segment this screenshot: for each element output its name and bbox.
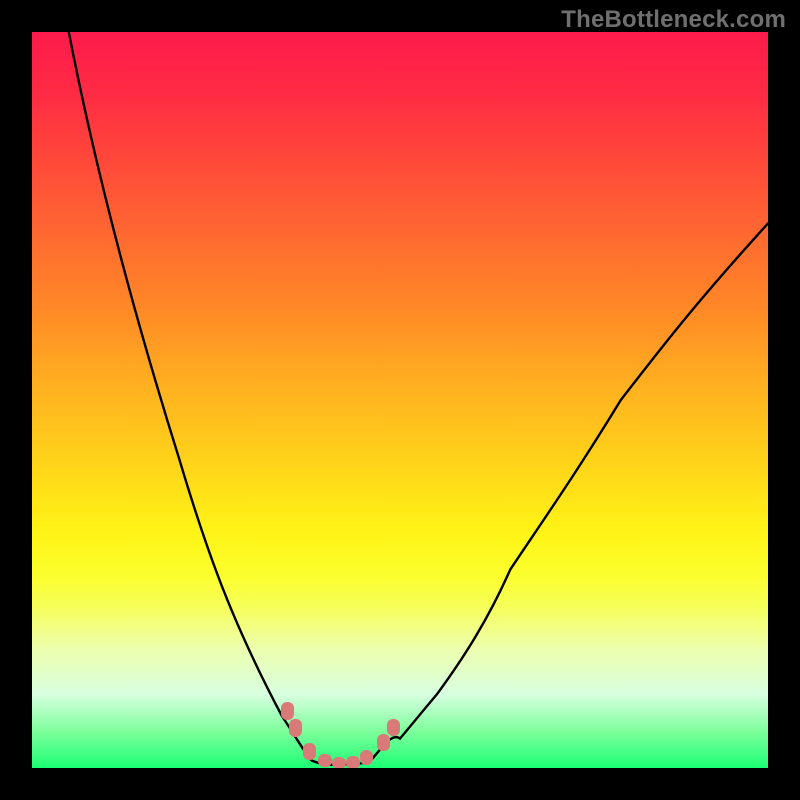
chart-frame: TheBottleneck.com: [0, 0, 800, 800]
bead-marker: [332, 757, 346, 768]
bottleneck-curve: [32, 32, 768, 768]
curve-path: [69, 32, 768, 765]
bead-marker: [377, 734, 390, 751]
watermark-text: TheBottleneck.com: [561, 6, 786, 34]
bead-marker: [387, 719, 400, 736]
bead-marker: [289, 719, 302, 737]
plot-area: [32, 32, 768, 768]
bead-marker: [360, 750, 373, 765]
bead-marker: [318, 754, 332, 767]
bead-marker: [281, 702, 294, 720]
bead-marker: [346, 756, 360, 768]
bead-marker: [303, 743, 316, 760]
valley-beads-group: [281, 702, 400, 768]
